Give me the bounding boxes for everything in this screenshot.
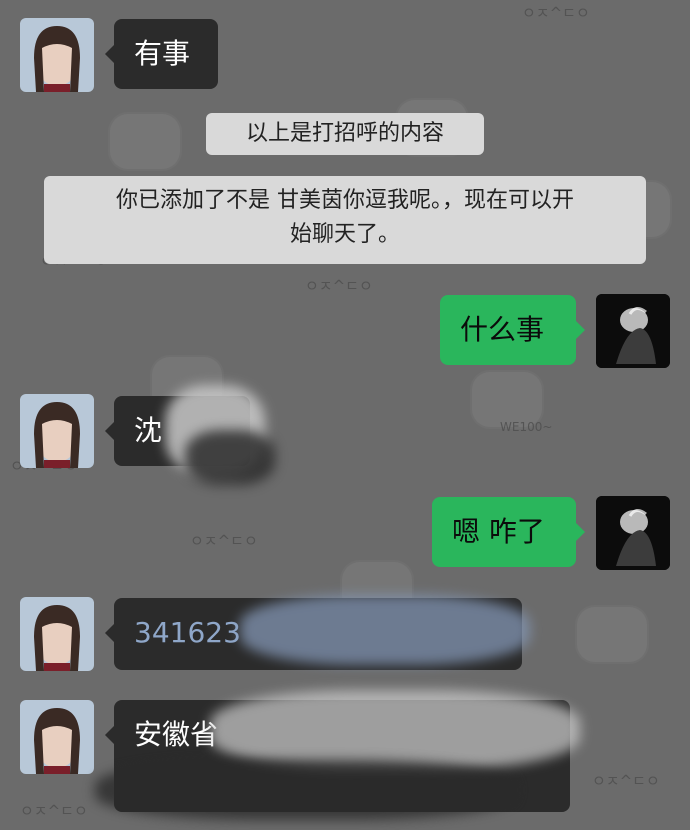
message-text: 有事 (134, 37, 191, 70)
message-text: 安徽省 (134, 718, 219, 751)
system-notice: 以上是打招呼的内容 (206, 113, 484, 155)
watermark-text: ㅇㅈ^ㄷㅇ (522, 4, 590, 22)
message-text-number: 341623 (134, 616, 241, 649)
message-text: 嗯 咋了 (452, 515, 545, 548)
dark-portrait-icon (596, 496, 670, 570)
redaction-scribble (210, 690, 580, 770)
girl-avatar-icon (20, 597, 94, 671)
redaction-scribble (185, 430, 275, 485)
background-sticker (575, 605, 649, 664)
background-sticker (108, 112, 182, 171)
message-bubble-outgoing[interactable]: 嗯 咋了 (432, 497, 585, 567)
contact-avatar[interactable] (20, 597, 94, 671)
girl-avatar-icon (20, 394, 94, 468)
watermark-text: ㅇㅈ^ㄷㅇ (20, 802, 88, 820)
redaction-scribble (95, 760, 515, 820)
watermark-text: ㅇㅈ^ㄷㅇ (190, 532, 258, 550)
girl-avatar-icon (20, 18, 94, 92)
message-bubble-incoming[interactable]: 有事 (105, 19, 218, 89)
girl-avatar-icon (20, 700, 94, 774)
watermark-text: WE100~ (500, 420, 553, 434)
watermark-text: ㅇㅈ^ㄷㅇ (305, 277, 373, 295)
my-avatar[interactable] (596, 496, 670, 570)
system-notice: 你已添加了不是 甘美茵你逗我呢。，现在可以开 始聊天了。 (44, 176, 646, 264)
watermark-text: ㅇㅈ^ㄷㅇ (592, 772, 660, 790)
message-bubble-outgoing[interactable]: 什么事 (440, 295, 585, 365)
system-notice-text: 始聊天了。 (289, 222, 400, 247)
my-avatar[interactable] (596, 294, 670, 368)
contact-avatar[interactable] (20, 394, 94, 468)
system-notice-text: 以上是打招呼的内容 (245, 121, 444, 146)
redaction-scribble (240, 595, 530, 665)
message-text: 沈 (134, 414, 163, 447)
contact-avatar[interactable] (20, 700, 94, 774)
system-notice-text: 你已添加了不是 甘美茵你逗我呢。，现在可以开 (116, 188, 574, 213)
dark-portrait-icon (596, 294, 670, 368)
contact-avatar[interactable] (20, 18, 94, 92)
message-text: 什么事 (460, 313, 545, 346)
